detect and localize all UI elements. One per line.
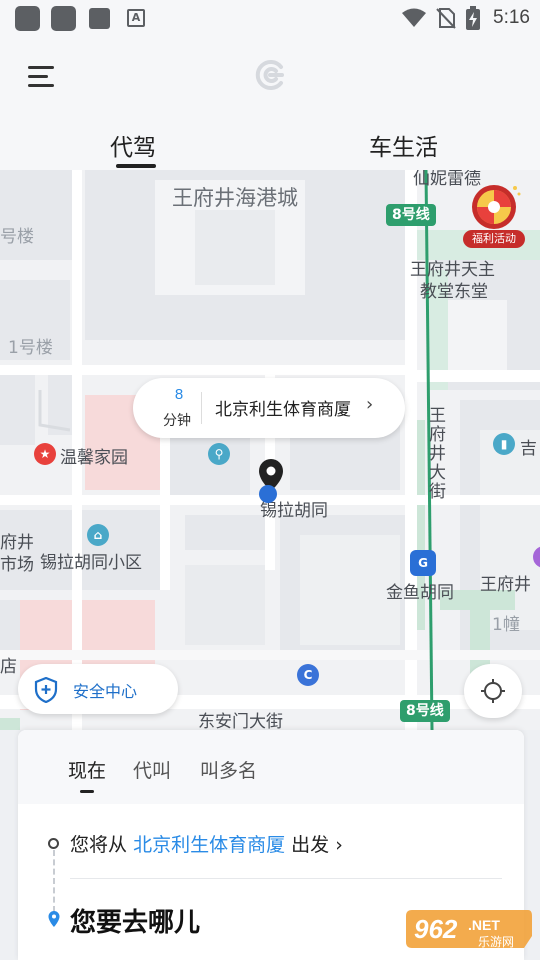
watermark-logo: 962 .NET 乐游网 <box>402 908 534 956</box>
map-label: 教堂东堂 <box>420 282 488 302</box>
status-bar: A 5:16 <box>0 0 540 36</box>
pickup-place-name: 北京利生体育商厦 <box>215 400 351 420</box>
no-sim-icon <box>436 8 456 29</box>
order-mode-tabs: 现在 代叫 叫多名 <box>18 730 524 804</box>
origin-dot-icon <box>48 838 59 849</box>
app-notification-icon <box>51 6 76 31</box>
map-label: 王府井 <box>480 575 531 595</box>
app-notification-icon <box>15 6 40 31</box>
welfare-label: 福利活动 <box>463 230 525 248</box>
map-label: 1号楼 <box>8 338 53 358</box>
map-label: 店 <box>0 657 17 677</box>
map-view[interactable]: 王府井海港城 仙妮雷德 号楼 1号楼 王府井天主 教堂东堂 8号线 8号线 ★ … <box>0 170 540 730</box>
watermark-number: 962 <box>414 914 458 944</box>
locate-me-button[interactable] <box>464 664 522 718</box>
chevron-right-icon: › <box>366 394 374 415</box>
app-notification-icon <box>89 8 110 29</box>
prize-wheel-icon <box>472 185 521 229</box>
map-label: 东安门大街 <box>198 712 283 730</box>
parking-icon: C <box>297 664 319 686</box>
divider <box>201 392 202 424</box>
pickup-suffix: 出发 <box>291 834 330 856</box>
pickup-location-bubble[interactable]: 8 分钟 北京利生体育商厦 › <box>133 378 405 438</box>
tab-now[interactable]: 现在 <box>68 756 106 783</box>
map-label: 1幢 <box>492 615 520 635</box>
pickup-text: 您将从 北京利生体育商厦 出发 › <box>70 830 343 857</box>
divider <box>70 878 502 879</box>
watermark-site: 乐游网 <box>478 935 514 949</box>
wifi-icon <box>402 8 427 27</box>
watermark-suffix: .NET <box>468 917 500 933</box>
crosshair-icon <box>481 679 505 703</box>
shield-plus-icon <box>34 677 58 703</box>
map-label: 金鱼胡同 <box>386 583 454 603</box>
safety-center-button[interactable]: 安全中心 <box>18 664 178 714</box>
watermark-badge: 962 .NET 乐游网 <box>406 910 532 949</box>
tab-daijia[interactable]: 代驾 <box>110 128 156 162</box>
app-header: 代驾 车生活 <box>0 36 540 170</box>
map-label: 王府井海港城 <box>172 186 298 210</box>
menu-icon[interactable] <box>28 64 58 90</box>
location-pin-icon <box>259 459 283 503</box>
residential-icon: ⌂ <box>87 524 109 546</box>
metro-station-icon: G <box>410 550 436 576</box>
pickup-location: 北京利生体育商厦 <box>133 834 286 856</box>
map-label: 温馨家园 <box>60 448 128 468</box>
map-label: 王府井大街 <box>425 406 445 501</box>
pickup-row[interactable]: 您将从 北京利生体育商厦 出发 › <box>18 830 524 860</box>
restroom-icon: ⚲ <box>208 443 230 465</box>
map-label: 市场 <box>0 555 34 575</box>
active-tab-indicator <box>80 790 94 793</box>
font-icon: A <box>127 9 145 27</box>
chevron-right-icon: › <box>335 834 343 856</box>
eta-minutes: 8 <box>174 386 184 403</box>
star-poi-icon: ★ <box>34 443 56 465</box>
map-label: 锡拉胡同小区 <box>40 553 142 573</box>
metro-line-tag: 8号线 <box>386 204 436 226</box>
map-label: 号楼 <box>0 227 34 247</box>
app-logo-icon <box>255 60 284 90</box>
tab-call-for-others[interactable]: 代叫 <box>133 756 171 783</box>
building-icon: ▮ <box>493 433 515 455</box>
tab-car-life[interactable]: 车生活 <box>369 128 438 162</box>
safety-center-label: 安全中心 <box>73 682 138 701</box>
clock: 5:16 <box>493 7 530 28</box>
active-tab-indicator <box>116 164 156 168</box>
metro-line-tag: 8号线 <box>400 700 450 722</box>
welfare-activity-button[interactable]: 福利活动 <box>463 182 525 248</box>
destination-input[interactable]: 您要去哪儿 <box>70 902 200 939</box>
pickup-prefix: 您将从 <box>70 834 128 856</box>
destination-pin-icon <box>48 911 60 927</box>
battery-charging-icon <box>466 6 481 30</box>
map-label: 吉 <box>520 439 537 459</box>
tab-multiple-drivers[interactable]: 叫多名 <box>200 756 257 783</box>
eta-unit: 分钟 <box>163 413 191 429</box>
